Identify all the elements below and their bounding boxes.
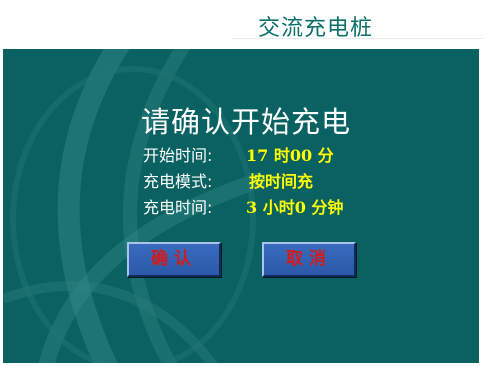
charge-mode-label: 充电模式: — [143, 172, 213, 191]
charge-duration-value: 3 小时0 分钟 — [246, 198, 344, 217]
charge-mode-value: 按时间充 — [249, 172, 314, 191]
start-time-value: 17 时00 分 — [246, 146, 334, 165]
start-time-label: 开始时间: — [143, 146, 213, 165]
app-header: 交流充电桩 — [0, 0, 484, 48]
cancel-button[interactable]: 取消 — [262, 242, 356, 277]
charge-duration-label: 充电时间: — [143, 198, 213, 217]
background-swoosh-decoration — [3, 49, 266, 363]
confirm-prompt: 请确认开始充电 — [141, 105, 352, 139]
charging-confirm-screen: 请确认开始充电 开始时间: 17 时00 分 充电模式: 按时间充 充电时间: … — [3, 49, 479, 363]
confirm-button[interactable]: 确认 — [127, 242, 221, 277]
header-divider — [232, 38, 484, 39]
